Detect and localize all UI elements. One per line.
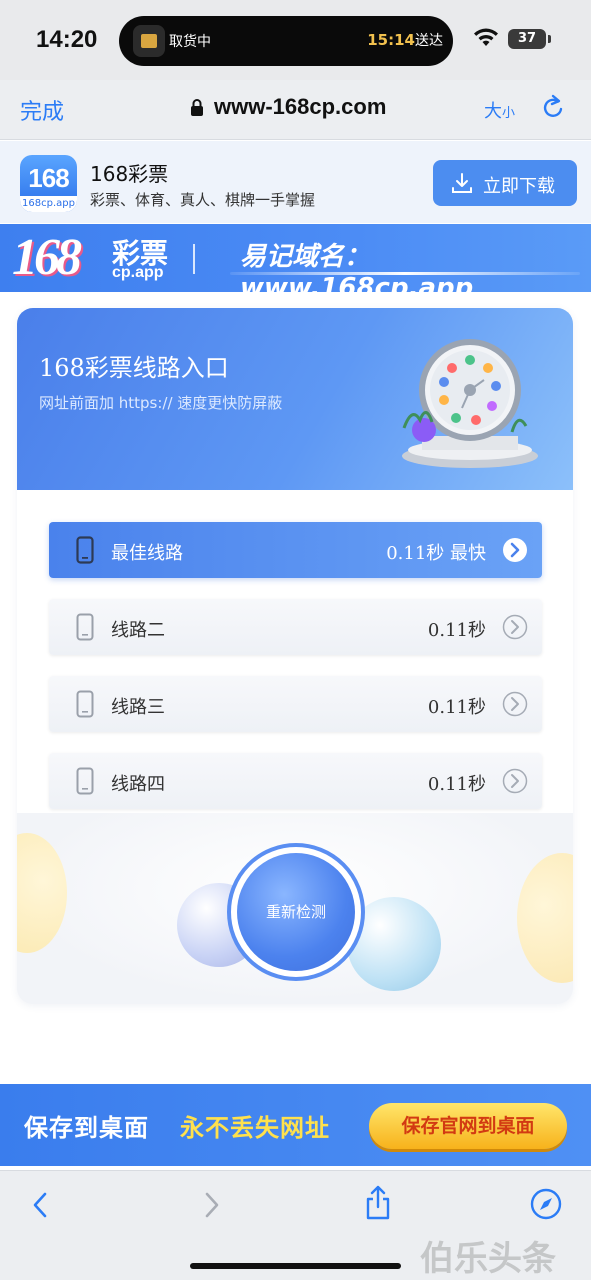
phone-icon [76, 690, 94, 718]
route-row-best[interactable]: 最佳线路 0.11秒 最快 [49, 522, 542, 578]
save-to-desktop-button[interactable]: 保存官网到桌面 [369, 1103, 567, 1149]
lottery-wheel-illustration [402, 339, 538, 468]
phone-icon [76, 613, 94, 641]
compass-icon[interactable] [530, 1188, 562, 1220]
route-list: 最佳线路 0.11秒 最快 线路二 0.11秒 线路三 0.11秒 线路四 0.… [17, 490, 573, 820]
app-logo-sub: 168cp.app [20, 196, 77, 212]
brand-logo-number: 168 [12, 229, 82, 286]
app-logo-number: 168 [28, 163, 69, 193]
recheck-area: 重新检测 [17, 813, 573, 1004]
route-card-subtitle: 网址前面加 https:// 速度更快防屏蔽 [39, 394, 283, 412]
save-banner-highlight: 永不丢失网址 [180, 1114, 330, 1142]
brand-logo-sub: cp.app [112, 264, 164, 281]
route-row-3[interactable]: 线路三 0.11秒 [49, 676, 542, 732]
home-indicator [190, 1263, 401, 1269]
route-speed: 0.11秒 [427, 697, 486, 718]
chevron-right-icon [502, 614, 528, 640]
download-icon [452, 173, 472, 193]
battery-icon: 37 [508, 29, 551, 49]
route-row-4[interactable]: 线路四 0.11秒 [49, 753, 542, 809]
chevron-right-icon [503, 538, 527, 562]
app-description: 彩票、体育、真人、棋牌一手掌握 [90, 191, 316, 209]
browser-toolbar: 伯乐头条 [0, 1170, 591, 1280]
dynamic-island[interactable]: 取货中 15:14送达 [119, 16, 453, 66]
back-icon[interactable] [28, 1191, 52, 1219]
text-size-button[interactable]: 大小 [484, 97, 515, 123]
lottery-ball-decoration [17, 833, 67, 953]
chevron-right-icon [502, 768, 528, 794]
island-eta: 15:14送达 [367, 30, 443, 50]
browser-nav-bar: 完成 www-168cp.com 大小 [0, 80, 591, 140]
forward-icon[interactable] [200, 1191, 224, 1219]
route-card: 168彩票线路入口 网址前面加 https:// 速度更快防屏蔽 最佳线路 0.… [17, 308, 573, 1004]
status-bar: 14:20 取货中 15:14送达 37 [0, 0, 591, 80]
route-name: 线路三 [111, 697, 165, 718]
save-banner-text: 保存到桌面 [24, 1114, 149, 1142]
chevron-right-icon [502, 691, 528, 717]
url-field[interactable]: www-168cp.com [190, 94, 386, 120]
island-eta-suffix: 送达 [415, 33, 443, 49]
island-eta-time: 15:14 [367, 31, 415, 49]
delivery-app-icon [133, 25, 165, 57]
route-speed: 0.11秒 [427, 774, 486, 795]
island-label: 取货中 [169, 34, 211, 50]
watermark: 伯乐头条 [420, 1239, 556, 1279]
download-label: 立即下载 [483, 176, 555, 197]
text-size-large: 大 [484, 101, 502, 122]
phone-icon [76, 536, 94, 564]
text-size-small: 小 [502, 106, 516, 121]
brand-underline [230, 272, 580, 275]
done-button[interactable]: 完成 [20, 94, 64, 126]
reload-icon[interactable] [540, 94, 566, 122]
url-text: www-168cp.com [214, 94, 387, 119]
brand-divider [193, 244, 195, 274]
app-download-banner: 168 168cp.app 168彩票 彩票、体育、真人、棋牌一手掌握 立即下载 [0, 141, 591, 223]
status-time: 14:20 [36, 26, 98, 53]
recheck-button[interactable]: 重新检测 [237, 853, 355, 971]
brand-strip: 168 彩票 cp.app 易记域名：www.168cp.app [0, 224, 591, 292]
app-title: 168彩票 [90, 162, 169, 186]
route-name: 线路四 [111, 774, 165, 795]
app-logo: 168 168cp.app [20, 155, 77, 212]
route-speed: 0.11秒 [427, 620, 486, 641]
download-button[interactable]: 立即下载 [433, 160, 577, 206]
lottery-ball-decoration [517, 853, 573, 983]
share-icon[interactable] [364, 1185, 392, 1221]
route-speed: 0.11秒 最快 [386, 543, 486, 564]
brand-domain-text: 易记域名：www.168cp.app [240, 242, 474, 292]
route-card-title: 168彩票线路入口 [39, 354, 229, 382]
phone-icon [76, 767, 94, 795]
route-card-header: 168彩票线路入口 网址前面加 https:// 速度更快防屏蔽 [17, 308, 573, 490]
wifi-icon [474, 28, 498, 46]
save-to-desktop-banner: 保存到桌面 永不丢失网址 保存官网到桌面 [0, 1084, 591, 1166]
route-row-2[interactable]: 线路二 0.11秒 [49, 599, 542, 655]
route-name: 最佳线路 [111, 543, 183, 564]
route-name: 线路二 [111, 620, 165, 641]
